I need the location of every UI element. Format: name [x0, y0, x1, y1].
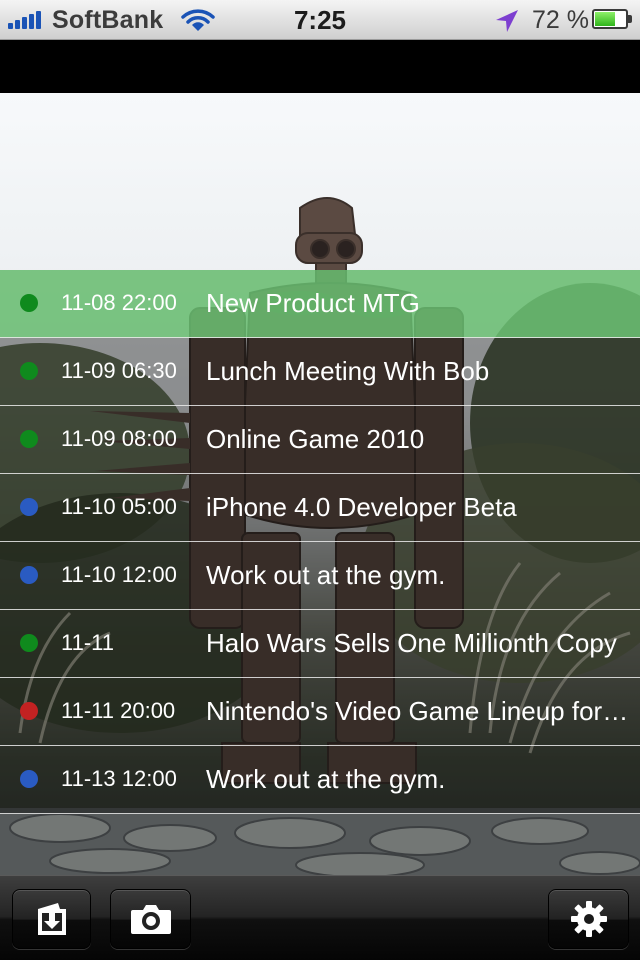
calendar-download-icon: [37, 903, 66, 935]
event-title: New Product MTG: [206, 288, 420, 318]
event-title: Lunch Meeting With Bob: [206, 356, 490, 386]
event-color-dot: [20, 770, 38, 788]
event-date: 11-09 08:00: [61, 426, 177, 451]
location-arrow-icon: [496, 10, 518, 32]
event-title: Work out at the gym.: [206, 764, 446, 794]
event-date: 11-10 12:00: [61, 562, 177, 587]
navigation-bar: [0, 40, 640, 93]
event-color-dot: [20, 294, 38, 312]
event-title: Work out at the gym.: [206, 560, 446, 590]
event-row[interactable]: 11-11 Halo Wars Sells One Millionth Copy: [0, 610, 640, 678]
settings-button[interactable]: [548, 889, 629, 949]
calendar-import-button[interactable]: [12, 889, 91, 949]
event-color-dot: [20, 566, 38, 584]
event-date: 11-11 20:00: [61, 698, 176, 723]
event-list: 11-08 22:00 New Product MTG 11-09 06:30 Lun…: [0, 270, 640, 814]
event-date: 11-09 06:30: [61, 358, 177, 383]
battery-level: [595, 12, 615, 26]
event-row[interactable]: 11-09 06:30 Lunch Meeting With Bob: [0, 338, 640, 406]
event-date: 11-13 12:00: [61, 766, 177, 791]
event-date: 11-11: [61, 630, 115, 655]
event-color-dot: [20, 634, 38, 652]
event-color-dot: [20, 430, 38, 448]
event-title: Halo Wars Sells One Millionth Copy: [206, 628, 617, 658]
event-row[interactable]: 11-11 20:00 Nintendo's Video Game Lineup …: [0, 678, 640, 746]
gear-icon: [570, 901, 607, 937]
battery-percent: 72 %: [532, 6, 589, 34]
toolbar: [0, 875, 640, 960]
event-row[interactable]: 11-13 12:00 Work out at the gym.: [0, 746, 640, 814]
camera-button[interactable]: [110, 889, 191, 949]
status-bar: SoftBank 7:25 72 %: [0, 0, 640, 40]
event-color-dot: [20, 498, 38, 516]
event-color-dot: [20, 362, 38, 380]
event-title: Online Game 2010: [206, 424, 425, 454]
event-row[interactable]: 11-08 22:00 New Product MTG: [0, 270, 640, 338]
event-date: 11-08 22:00: [61, 290, 177, 315]
event-color-dot: [20, 702, 38, 720]
event-row[interactable]: 11-09 08:00 Online Game 2010: [0, 406, 640, 474]
event-row[interactable]: 11-10 12:00 Work out at the gym.: [0, 542, 640, 610]
event-title: Nintendo's Video Game Lineup for 2010: [206, 696, 630, 726]
camera-icon: [130, 905, 171, 934]
event-date: 11-10 05:00: [61, 494, 177, 519]
event-title: iPhone 4.0 Developer Beta: [206, 492, 517, 522]
battery-icon: [592, 9, 632, 29]
event-row[interactable]: 11-10 05:00 iPhone 4.0 Developer Beta: [0, 474, 640, 542]
